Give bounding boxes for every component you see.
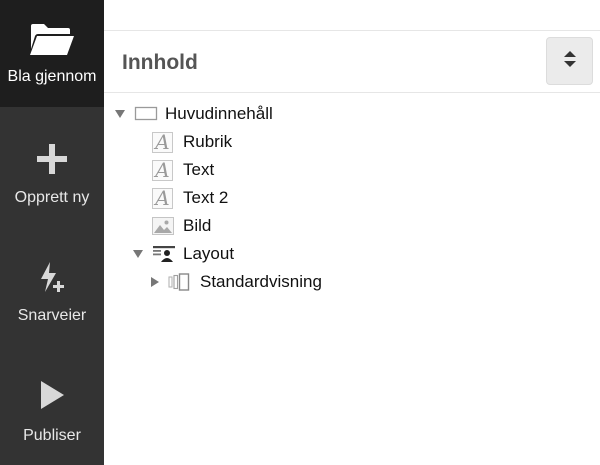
sort-button[interactable]: [546, 37, 593, 85]
nav-create-new[interactable]: Opprett ny: [0, 107, 104, 225]
lightning-plus-icon: [35, 259, 69, 295]
tree-item-label: Text: [183, 160, 215, 179]
sidebar: Bla gjennom Opprett ny Snarveier Publise…: [0, 0, 104, 465]
tree-item-label: Standardvisning: [200, 272, 322, 291]
layout-icon: [152, 244, 176, 264]
panel-title: Innhold: [122, 51, 198, 74]
tree-item-text-part[interactable]: A Text: [104, 156, 600, 184]
text-part-icon: A: [152, 187, 173, 209]
text-part-icon: A: [152, 131, 173, 153]
nav-publish-label: Publiser: [23, 427, 81, 444]
nav-browse[interactable]: Bla gjennom: [0, 0, 104, 107]
app: Bla gjennom Opprett ny Snarveier Publise…: [0, 0, 600, 465]
tree-item-image-part[interactable]: Bild: [104, 212, 600, 240]
view-variant-icon: [168, 273, 192, 291]
top-strip: [104, 0, 600, 31]
tree-item-label: Rubrik: [183, 132, 233, 151]
tree-item-text-part[interactable]: A Rubrik: [104, 128, 600, 156]
tree-item-view[interactable]: Standardvisning: [104, 268, 600, 296]
tree-expand-toggle[interactable]: [132, 248, 144, 260]
tree-item-layout[interactable]: Layout: [104, 240, 600, 268]
folder-open-icon: [28, 20, 76, 60]
tree-collapse-toggle[interactable]: [149, 276, 161, 288]
panel-header: Innhold: [104, 31, 600, 93]
nav-shortcuts[interactable]: Snarveier: [0, 225, 104, 343]
tree-item-root[interactable]: Huvudinnehåll: [104, 100, 600, 128]
tree-item-label: Text 2: [183, 188, 229, 207]
text-part-icon: A: [152, 159, 173, 181]
nav-publish[interactable]: Publiser: [0, 343, 104, 465]
tree-item-label: Bild: [183, 216, 212, 235]
nav-browse-label: Bla gjennom: [7, 68, 97, 85]
tree-item-text-part[interactable]: A Text 2: [104, 184, 600, 212]
nav-shortcuts-label: Snarveier: [17, 307, 87, 324]
content-panel: Innhold Huvudinnehåll A Rubrik A Text A …: [104, 0, 600, 465]
tree-item-label: Huvudinnehåll: [165, 104, 273, 123]
image-part-icon: [152, 217, 174, 235]
plus-icon: [35, 141, 69, 177]
nav-create-new-label: Opprett ny: [14, 189, 90, 206]
play-icon: [37, 377, 67, 413]
sort-updown-icon: [563, 50, 577, 73]
tree-item-label: Layout: [183, 244, 235, 263]
region-frame-icon: [134, 106, 158, 122]
tree-expand-toggle[interactable]: [114, 108, 126, 120]
